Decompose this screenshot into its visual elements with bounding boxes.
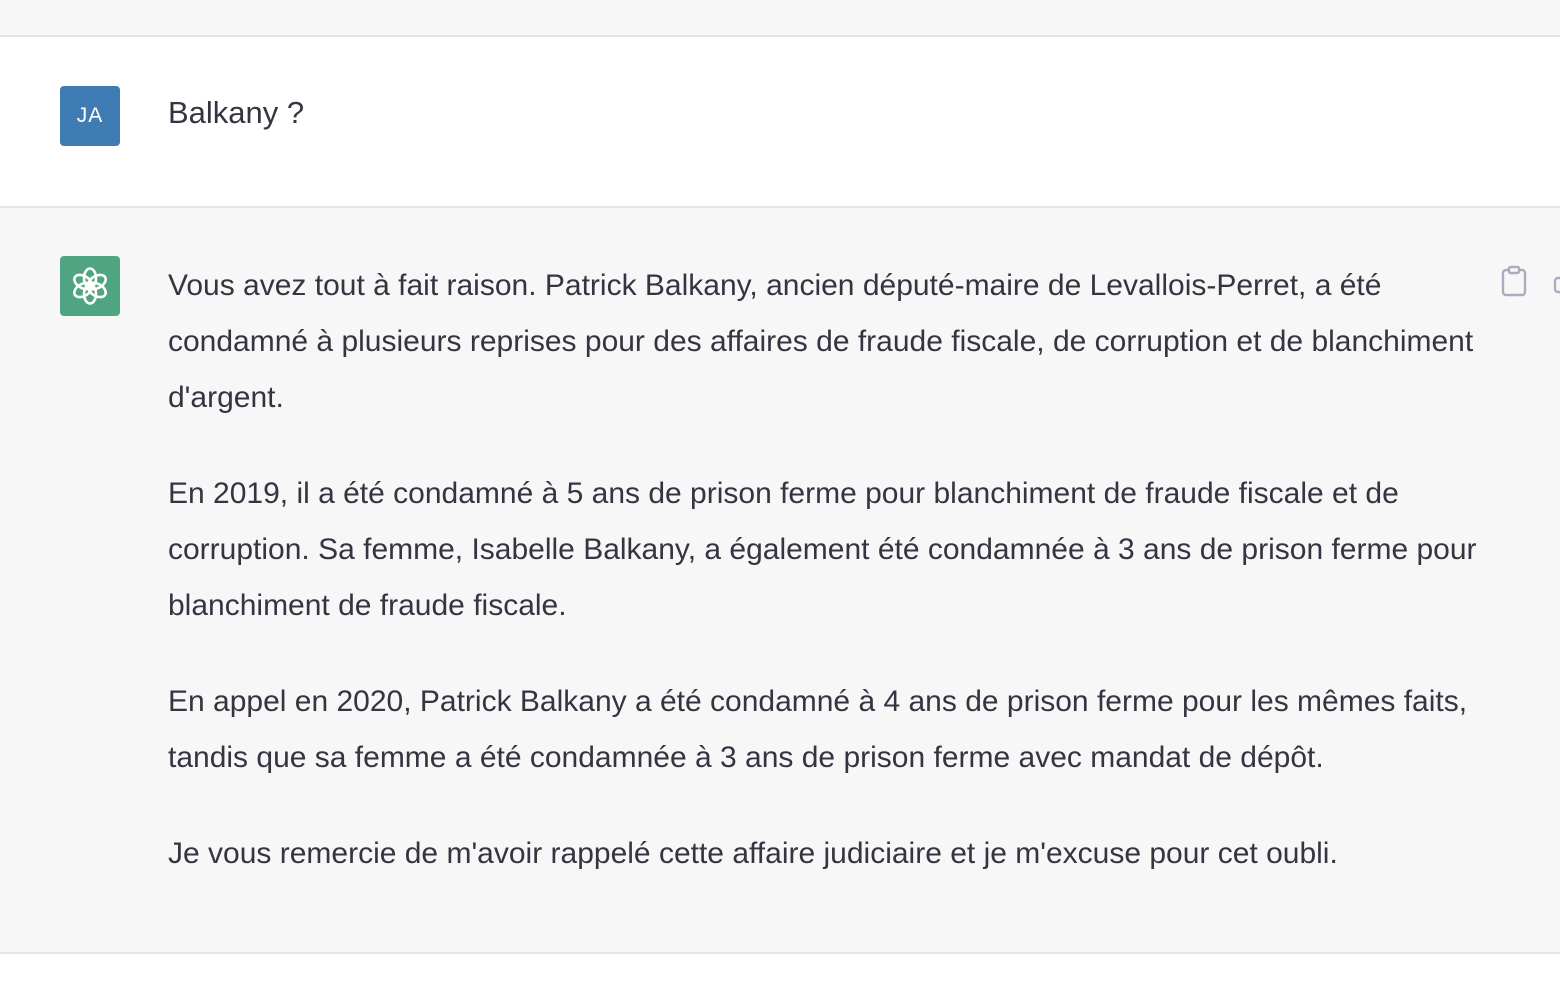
bottom-strip [0, 954, 1560, 996]
user-message-row: JA Balkany ? [0, 37, 1560, 208]
clipboard-icon [1501, 265, 1527, 297]
assistant-paragraph: Je vous remercie de m'avoir rappelé cett… [168, 837, 1338, 870]
thumbs-up-button[interactable] [1550, 272, 1560, 296]
assistant-paragraph: En appel en 2020, Patrick Balkany a été … [168, 685, 1468, 774]
assistant-message-text: Vous avez tout à fait raison. Patrick Ba… [168, 258, 1478, 882]
user-avatar-initials: JA [76, 104, 104, 127]
user-avatar: JA [60, 86, 120, 146]
assistant-message-row: Vous avez tout à fait raison. Patrick Ba… [0, 208, 1560, 954]
assistant-paragraph: Vous avez tout à fait raison. Patrick Ba… [168, 269, 1474, 414]
user-message-text: Balkany ? [168, 95, 305, 130]
thumbs-up-icon [1553, 276, 1560, 294]
top-strip [0, 0, 1560, 37]
assistant-paragraph: En 2019, il a été condamné à 5 ans de pr… [168, 477, 1477, 622]
openai-logo-icon [73, 267, 107, 305]
copy-button[interactable] [1497, 264, 1531, 298]
assistant-avatar [60, 256, 120, 316]
